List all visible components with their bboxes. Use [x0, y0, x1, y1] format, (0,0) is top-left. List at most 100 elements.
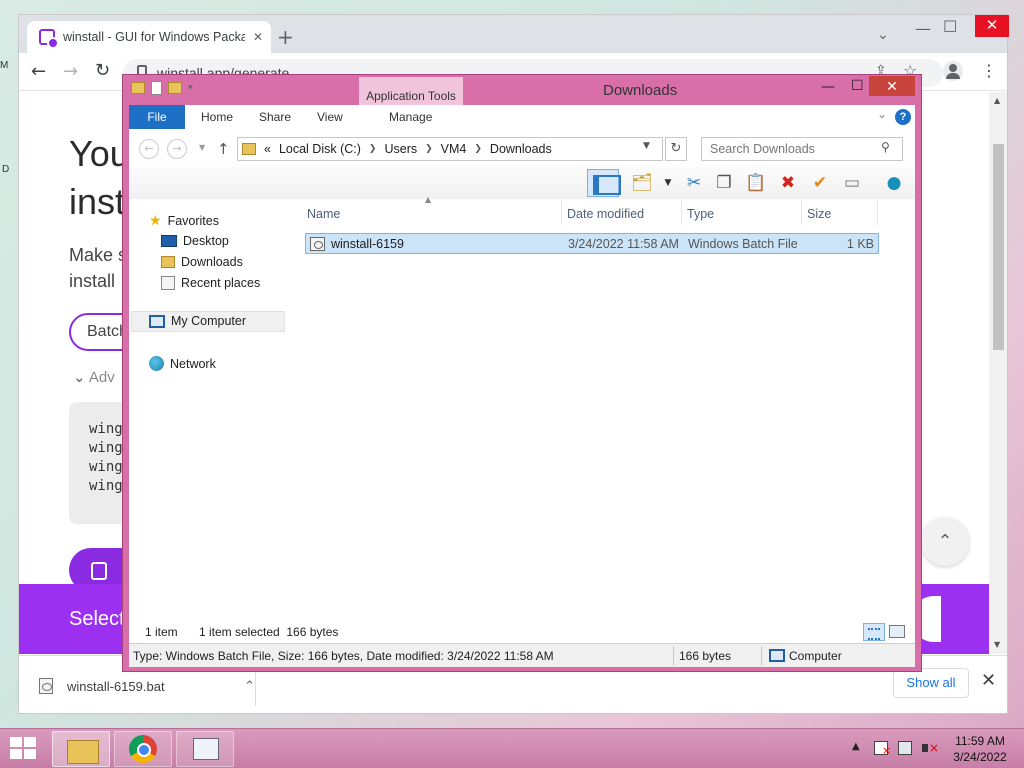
show-all-button[interactable]: Show all	[893, 668, 969, 698]
download-item[interactable]: winstall-6159.bat ⌃	[39, 670, 255, 702]
computer-icon	[149, 314, 165, 328]
windows-logo-icon	[10, 737, 22, 747]
system-clock[interactable]: 11:59 AM 3/24/2022	[948, 733, 1012, 765]
profile-avatar-icon[interactable]	[943, 61, 963, 81]
nav-item-desktop[interactable]: Desktop	[161, 234, 229, 248]
chevron-up-icon[interactable]: ⌃	[244, 679, 255, 694]
file-name-cell[interactable]: winstall-6159	[310, 237, 404, 251]
taskbar-file-explorer-icon[interactable]	[52, 731, 110, 767]
windows-logo-icon	[10, 749, 22, 759]
scrollbar-thumb[interactable]	[993, 144, 1004, 350]
column-divider[interactable]	[877, 199, 878, 225]
scroll-down-arrow-icon[interactable]: ▼	[994, 640, 1000, 649]
rename-icon[interactable]: ▭	[839, 171, 865, 195]
reload-icon[interactable]: ↻	[95, 60, 110, 81]
globe-icon[interactable]: ●	[881, 171, 907, 195]
forward-arrow-icon[interactable]: →	[167, 139, 187, 159]
maximize-button[interactable]: ☐	[851, 78, 864, 94]
tab-view[interactable]: View	[317, 105, 343, 129]
menu-dots-icon[interactable]: ⋮	[981, 61, 997, 80]
nav-label: Downloads	[181, 255, 243, 269]
browser-tab[interactable]: winstall - GUI for Windows Packa ✕	[27, 21, 271, 53]
paste-icon[interactable]: 📋	[743, 171, 769, 195]
forward-arrow-icon[interactable]: →	[63, 61, 78, 82]
breadcrumb-vm4[interactable]: VM4	[441, 142, 467, 156]
nav-item-downloads[interactable]: Downloads	[161, 255, 243, 269]
cut-icon[interactable]: ✂	[681, 171, 707, 195]
explorer-titlebar[interactable]: ▾ Downloads — ☐ ✕	[123, 75, 921, 105]
breadcrumb-separator-icon[interactable]: ❯	[425, 144, 433, 154]
checkmark-icon[interactable]: ✔	[807, 171, 833, 195]
new-tab-button[interactable]: +	[277, 25, 294, 49]
breadcrumb-separator-icon[interactable]: ❯	[474, 144, 482, 154]
select-folder-icon[interactable]: 🗂	[629, 171, 655, 195]
tab-search-chevron-icon[interactable]: ⌄	[877, 27, 889, 43]
column-divider[interactable]	[561, 199, 562, 225]
search-icon[interactable]: ⚲	[881, 140, 890, 154]
nav-item-network[interactable]: Network	[149, 356, 216, 371]
advanced-options-toggle[interactable]: ⌄ Adv	[73, 368, 115, 386]
search-input[interactable]: Search Downloads	[701, 137, 903, 161]
breadcrumb-overflow[interactable]: «	[264, 142, 271, 156]
refresh-icon[interactable]: ↻	[665, 137, 687, 161]
close-window-button[interactable]: ✕	[869, 76, 915, 96]
close-window-button[interactable]: ✕	[975, 15, 1009, 37]
nav-item-recent-places[interactable]: Recent places	[161, 276, 260, 290]
show-hidden-icons-chevron-icon[interactable]: ▲	[852, 741, 860, 752]
column-divider[interactable]	[801, 199, 802, 225]
windows-logo-icon	[24, 749, 36, 759]
scroll-up-arrow-icon[interactable]: ▲	[994, 96, 1000, 105]
preview-pane-icon[interactable]	[587, 169, 621, 197]
column-divider[interactable]	[681, 199, 682, 225]
column-header-size[interactable]: Size	[807, 207, 831, 221]
column-header-name[interactable]: Name	[307, 207, 340, 221]
taskbar-resource-monitor-icon[interactable]	[176, 731, 234, 767]
back-arrow-icon[interactable]: ←	[139, 139, 159, 159]
maximize-button[interactable]: ☐	[943, 17, 957, 36]
tab-home[interactable]: Home	[201, 105, 233, 129]
start-button[interactable]	[10, 737, 38, 761]
up-arrow-icon[interactable]: ↑	[217, 140, 230, 158]
recent-locations-chevron-icon[interactable]: ▼	[199, 143, 205, 152]
action-center-flag-icon[interactable]	[874, 741, 891, 757]
new-folder-icon[interactable]	[168, 82, 182, 94]
details-view-icon[interactable]	[863, 623, 885, 641]
nav-label: Desktop	[183, 234, 229, 248]
customize-chevron-icon[interactable]: ▾	[188, 83, 193, 93]
tab-file[interactable]: File	[129, 105, 185, 129]
dropdown-chevron-icon[interactable]: ▼	[655, 171, 681, 195]
minimize-button[interactable]: —	[821, 79, 835, 95]
large-icons-view-icon[interactable]	[889, 625, 905, 638]
volume-muted-icon[interactable]	[922, 741, 939, 755]
breadcrumb-users[interactable]: Users	[384, 142, 417, 156]
page-scrollbar[interactable]: ▲ ▼	[989, 92, 1007, 654]
network-tray-icon[interactable]	[898, 741, 912, 755]
tab-strip: winstall - GUI for Windows Packa ✕ + ⌄ —…	[19, 15, 1009, 53]
close-download-bar-icon[interactable]: ✕	[981, 670, 996, 691]
breadcrumb-downloads[interactable]: Downloads	[490, 142, 552, 156]
nav-item-favorites[interactable]: ★ Favorites	[149, 213, 219, 229]
delete-icon[interactable]: ✖	[775, 171, 801, 195]
nav-item-my-computer[interactable]: My Computer	[149, 314, 246, 328]
scroll-to-top-button[interactable]: ⌃	[921, 518, 969, 566]
address-dropdown-icon[interactable]: ▼	[643, 141, 650, 151]
properties-icon[interactable]	[151, 81, 162, 95]
address-bar[interactable]: « Local Disk (C:) ❯ Users ❯ VM4 ❯ Downlo…	[237, 137, 663, 161]
copy-icon[interactable]: ❐	[711, 171, 737, 195]
taskbar-chrome-icon[interactable]	[114, 731, 172, 767]
tab-manage[interactable]: Manage	[389, 105, 432, 129]
folder-icon[interactable]	[131, 82, 145, 94]
minimize-button[interactable]: —	[915, 19, 931, 38]
back-arrow-icon[interactable]: ←	[31, 61, 46, 82]
breadcrumb-local-disk[interactable]: Local Disk (C:)	[279, 142, 361, 156]
column-header-date-modified[interactable]: Date modified	[567, 207, 644, 221]
table-row[interactable]: winstall-6159 3/24/2022 11:58 AM Windows…	[305, 233, 879, 254]
batch-file-icon	[310, 237, 325, 251]
expand-ribbon-chevron-icon[interactable]: ⌄	[877, 107, 887, 121]
tab-share[interactable]: Share	[259, 105, 291, 129]
item-count: 1 item	[145, 625, 178, 639]
help-icon[interactable]: ?	[895, 109, 911, 125]
column-header-type[interactable]: Type	[687, 207, 714, 221]
close-tab-icon[interactable]: ✕	[253, 30, 263, 44]
breadcrumb-separator-icon[interactable]: ❯	[369, 144, 377, 154]
